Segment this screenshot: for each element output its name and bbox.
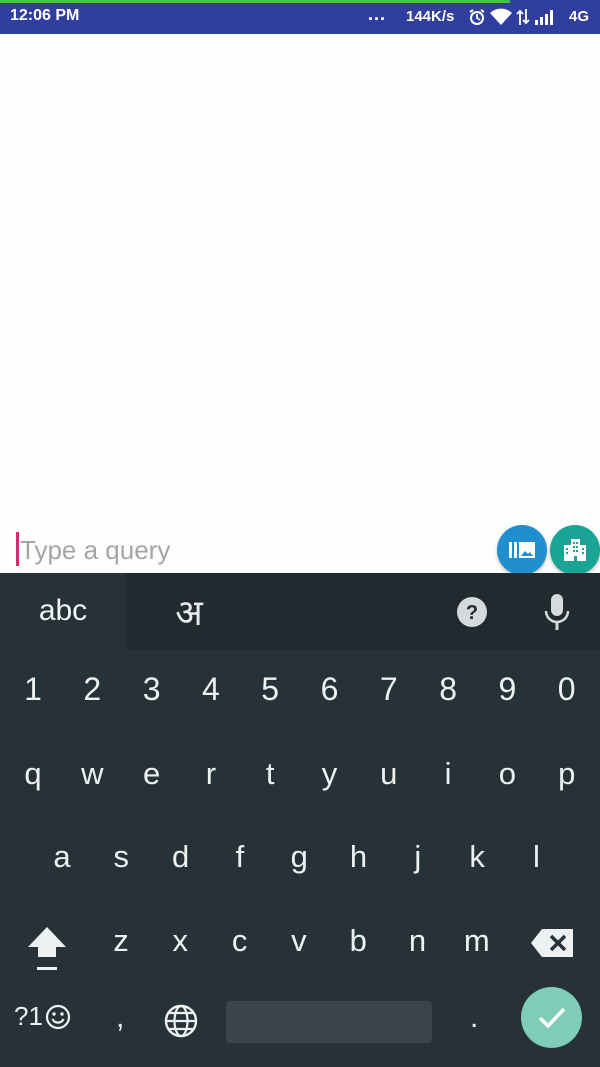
emoji-icon: [45, 1004, 71, 1029]
symbols-key-label: ?1: [14, 1001, 43, 1031]
key-7[interactable]: 7: [361, 659, 417, 719]
key-1[interactable]: 1: [5, 659, 61, 719]
key-u[interactable]: u: [361, 744, 417, 804]
query-input[interactable]: [20, 530, 480, 570]
backspace-icon[interactable]: [530, 928, 574, 958]
key-m[interactable]: m: [449, 911, 505, 971]
key-g[interactable]: g: [271, 827, 327, 887]
status-network-type: 4G: [569, 8, 590, 25]
key-c[interactable]: c: [212, 911, 268, 971]
key-w[interactable]: w: [64, 744, 120, 804]
key-o[interactable]: o: [479, 744, 535, 804]
key-z[interactable]: z: [93, 911, 149, 971]
text-cursor: [16, 532, 19, 566]
key-t[interactable]: t: [242, 744, 298, 804]
key-i[interactable]: i: [420, 744, 476, 804]
status-network-speed: 144K/s: [406, 8, 455, 25]
building-button[interactable]: [550, 525, 600, 575]
key-v[interactable]: v: [271, 911, 327, 971]
key-9[interactable]: 9: [479, 659, 535, 719]
key-a[interactable]: a: [34, 827, 90, 887]
microphone-icon[interactable]: [544, 593, 570, 631]
key-6[interactable]: 6: [302, 659, 358, 719]
loading-progress-bar: [0, 0, 510, 3]
key-d[interactable]: d: [153, 827, 209, 887]
keyboard-tab-hindi[interactable]: अ: [126, 573, 252, 649]
key-x[interactable]: x: [152, 911, 208, 971]
signal-icon: [535, 10, 553, 25]
query-field[interactable]: [8, 528, 490, 576]
building-icon: [564, 539, 586, 561]
status-bar: 12:06 PM ... 144K/s 4G: [0, 0, 600, 34]
status-more-notifications: ...: [368, 4, 387, 24]
key-b[interactable]: b: [330, 911, 386, 971]
key-k[interactable]: k: [449, 827, 505, 887]
space-key[interactable]: [226, 1001, 432, 1043]
key-r[interactable]: r: [183, 744, 239, 804]
soft-keyboard: abc अ ? 1234567890 qwertyuiop asdfghjkl zxc…: [0, 573, 600, 1067]
key-f[interactable]: f: [212, 827, 268, 887]
gallery-button[interactable]: [497, 525, 547, 575]
key-s[interactable]: s: [93, 827, 149, 887]
data-arrows-icon: [516, 9, 530, 25]
chat-content-area: [0, 34, 600, 576]
key-8[interactable]: 8: [420, 659, 476, 719]
key-e[interactable]: e: [124, 744, 180, 804]
key-y[interactable]: y: [302, 744, 358, 804]
checkmark-icon: [538, 1007, 565, 1029]
keyboard-tab-abc[interactable]: abc: [0, 573, 126, 649]
gallery-icon: [509, 542, 535, 558]
key-p[interactable]: p: [539, 744, 595, 804]
shift-icon[interactable]: [26, 925, 68, 973]
key-l[interactable]: l: [508, 827, 564, 887]
key-h[interactable]: h: [331, 827, 387, 887]
key-n[interactable]: n: [390, 911, 446, 971]
key-3[interactable]: 3: [124, 659, 180, 719]
status-time: 12:06 PM: [10, 7, 80, 24]
key-4[interactable]: 4: [183, 659, 239, 719]
key-j[interactable]: j: [390, 827, 446, 887]
period-key[interactable]: .: [470, 1001, 478, 1035]
keyboard-top-bar: abc अ ?: [0, 573, 600, 649]
wifi-icon: [490, 8, 512, 25]
key-q[interactable]: q: [5, 744, 61, 804]
symbols-key[interactable]: ?1: [14, 1001, 71, 1032]
key-2[interactable]: 2: [64, 659, 120, 719]
done-button[interactable]: [521, 987, 582, 1048]
alarm-icon: [469, 9, 485, 25]
comma-key[interactable]: ,: [116, 1001, 124, 1035]
svg-text:?: ?: [466, 602, 478, 624]
globe-icon[interactable]: [163, 1003, 199, 1039]
help-icon[interactable]: ?: [456, 596, 488, 628]
status-icons: [468, 7, 556, 27]
key-0[interactable]: 0: [539, 659, 595, 719]
key-5[interactable]: 5: [242, 659, 298, 719]
